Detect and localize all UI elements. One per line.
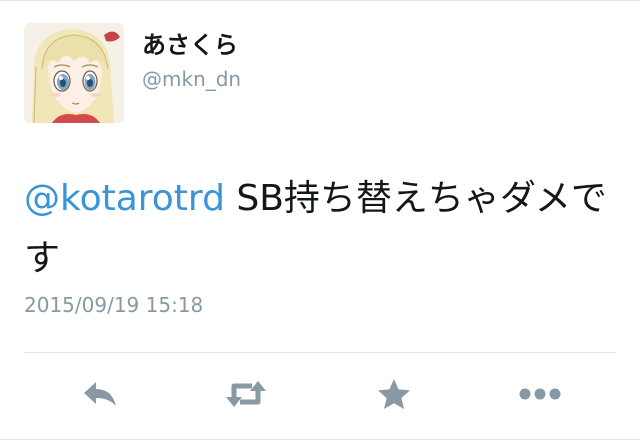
avatar-image bbox=[24, 23, 124, 123]
screen-name[interactable]: @mkn_dn bbox=[142, 67, 241, 91]
retweet-icon bbox=[226, 381, 266, 407]
more-icon bbox=[519, 388, 561, 400]
display-name[interactable]: あさくら bbox=[142, 31, 238, 59]
timestamp[interactable]: 2015/09/19 15:18 bbox=[24, 293, 203, 317]
reply-button[interactable] bbox=[76, 372, 124, 416]
divider bbox=[24, 352, 616, 353]
avatar[interactable] bbox=[24, 23, 124, 123]
reply-icon bbox=[84, 382, 116, 406]
favorite-button[interactable] bbox=[370, 372, 418, 416]
tweet-text: @kotarotrd SB持ち替えちゃダメです bbox=[24, 169, 614, 289]
mention-link[interactable]: @kotarotrd bbox=[24, 178, 225, 219]
retweet-button[interactable] bbox=[222, 372, 270, 416]
star-icon bbox=[378, 379, 410, 409]
tweet-card: あさくら @mkn_dn @kotarotrd SB持ち替えちゃダメです 201… bbox=[0, 0, 640, 440]
more-button[interactable] bbox=[516, 372, 564, 416]
